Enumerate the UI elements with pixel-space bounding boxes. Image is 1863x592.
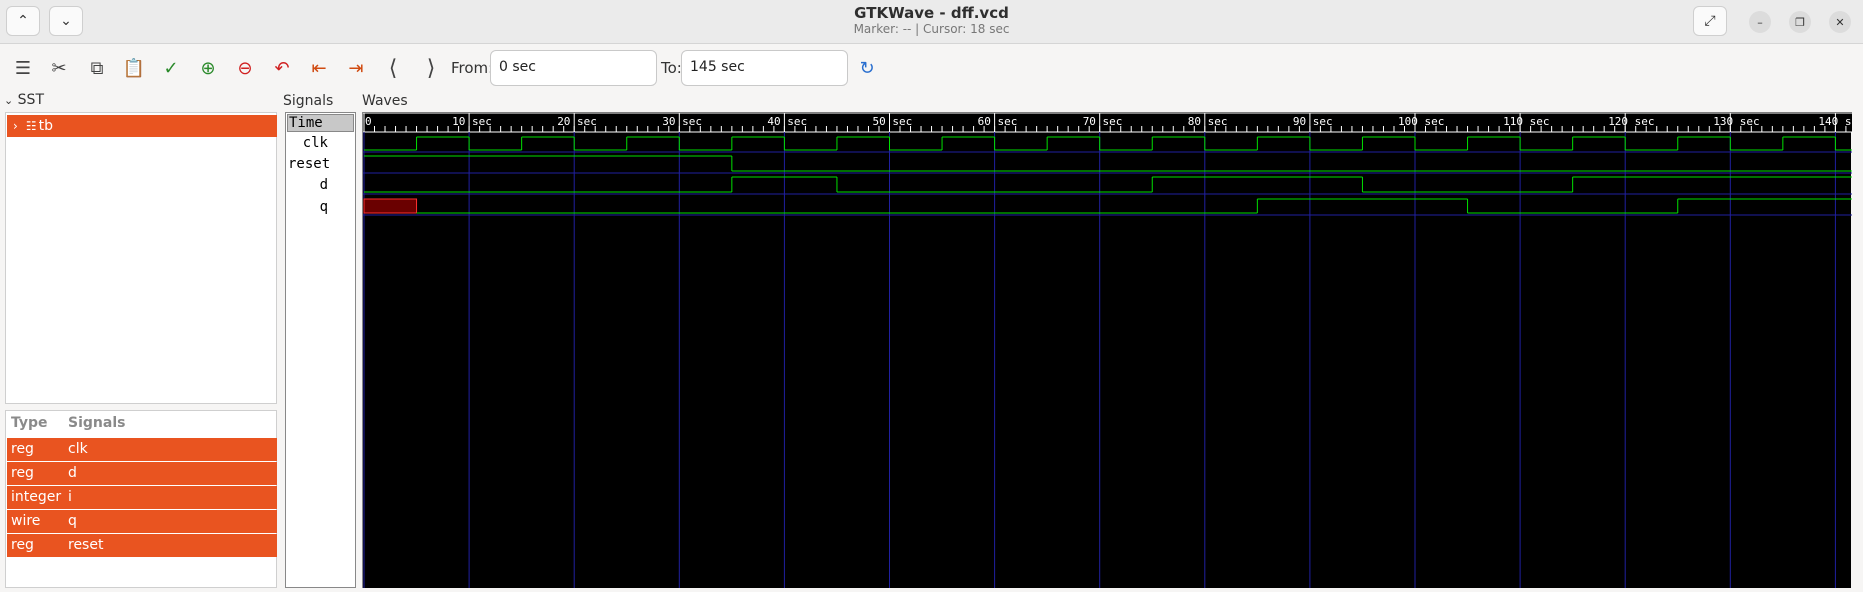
tree-item-tb[interactable]: › ☷ tb [7, 115, 277, 137]
waveform-canvas[interactable]: 0 10 sec 20 sec 30 sec 40 sec 50 sec 60 sec 70 … [363, 112, 1863, 588]
tick-label: 30 sec [662, 115, 702, 128]
prev-edge-icon: ⟨ [388, 55, 398, 81]
reload-icon: ↻ [859, 57, 875, 79]
signal-name: clk [68, 441, 88, 457]
fullscreen-button[interactable]: ⤢ [1693, 6, 1727, 36]
signals-list: Type Signals reg clk reg d integer i wir… [5, 410, 277, 588]
tick-label: 80 sec [1188, 115, 1228, 128]
list-item[interactable]: reg reset [7, 534, 277, 557]
window-subtitle: Marker: -- | Cursor: 18 sec [853, 22, 1010, 36]
cut-button[interactable]: ✂ [45, 54, 73, 82]
zoom-fit-icon: ✓ [163, 57, 179, 79]
reload-button[interactable]: ↻ [853, 54, 881, 82]
zoom-start-icon: ⇤ [311, 57, 327, 79]
signal-name: i [68, 489, 72, 505]
signal-row-d[interactable]: d [286, 177, 355, 197]
tick-label: 70 sec [1083, 115, 1123, 128]
maximize-icon: ❐ [1795, 15, 1805, 29]
signal-type: reg [11, 537, 34, 553]
tree-item-label: tb [38, 118, 53, 134]
zoom-in-button[interactable]: ⊕ [194, 54, 222, 82]
tick-label: 60 sec [978, 115, 1018, 128]
tick-label: 110 sec [1503, 115, 1549, 128]
menu-icon: ☰ [14, 57, 32, 79]
signal-type: reg [11, 465, 34, 481]
signal-name: d [68, 465, 77, 481]
signal-name: reset [68, 537, 104, 553]
paste-icon: 📋 [122, 57, 146, 79]
zoom-out-button[interactable]: ⊖ [231, 54, 259, 82]
signals-panel: Time clk reset d q [285, 112, 356, 588]
menu-button[interactable]: ☰ [9, 54, 37, 82]
list-item[interactable]: wire q [7, 510, 277, 533]
zoom-start-button[interactable]: ⇤ [305, 54, 333, 82]
zoom-fit-button[interactable]: ✓ [157, 54, 185, 82]
zoom-out-icon: ⊖ [237, 57, 253, 79]
signal-name: q [68, 513, 77, 529]
window-title: GTKWave - dff.vcd [854, 4, 1009, 22]
prev-edge-button[interactable]: ⟨ [379, 54, 407, 82]
undo-button[interactable]: ↶ [268, 54, 296, 82]
minimize-icon: – [1757, 15, 1763, 29]
paste-button[interactable]: 📋 [120, 54, 148, 82]
next-edge-icon: ⟩ [426, 55, 436, 81]
signals-panel-label: Signals [283, 93, 334, 109]
list-item[interactable]: integer i [7, 486, 277, 509]
tick-label: 0 [365, 115, 372, 128]
zoom-in-icon: ⊕ [200, 57, 216, 79]
toolbar: ☰ ✂ ⧉ 📋 ✓ ⊕ ⊖ ↶ ⇤ ⇥ ⟨ ⟩ From: 0 sec To: … [0, 45, 1863, 91]
signal-type: reg [11, 441, 34, 457]
module-icon: ☷ [25, 119, 37, 133]
to-input[interactable]: 145 sec [681, 50, 848, 86]
zoom-end-button[interactable]: ⇥ [342, 54, 370, 82]
undefined-segment [363, 198, 418, 214]
waves-panel[interactable]: 0 10 sec 20 sec 30 sec 40 sec 50 sec 60 sec 70 … [362, 112, 1863, 588]
cut-icon: ✂ [51, 57, 67, 79]
copy-button[interactable]: ⧉ [83, 54, 111, 82]
copy-icon: ⧉ [90, 57, 104, 79]
to-label: To: [661, 59, 682, 77]
sst-header[interactable]: ⌄ SST [4, 92, 44, 108]
sst-tree[interactable]: › ☷ tb [5, 112, 277, 404]
close-icon: ✕ [1835, 15, 1845, 29]
tick-label: 40 sec [767, 115, 807, 128]
close-button[interactable]: ✕ [1829, 11, 1851, 33]
type-column-header[interactable]: Type [11, 415, 48, 437]
sst-label: SST [17, 92, 44, 108]
list-item[interactable]: reg clk [7, 438, 277, 461]
tick-label: 10 sec [452, 115, 492, 128]
signals-column-header[interactable]: Signals [68, 415, 125, 437]
from-input[interactable]: 0 sec [490, 50, 657, 86]
tick-label: 100 sec [1398, 115, 1444, 128]
tick-label: 130 sec [1713, 115, 1759, 128]
tick-label: 90 sec [1293, 115, 1333, 128]
tick-label: 140 sec [1818, 115, 1852, 128]
list-item[interactable]: reg d [7, 462, 277, 485]
tick-label: 50 sec [873, 115, 913, 128]
undo-icon: ↶ [274, 57, 290, 79]
zoom-end-icon: ⇥ [348, 57, 364, 79]
tick-label: 120 sec [1608, 115, 1654, 128]
chevron-right-icon: › [13, 119, 18, 133]
signal-row-reset[interactable]: reset [286, 156, 355, 176]
minimize-button[interactable]: – [1749, 11, 1771, 33]
signal-type: wire [11, 513, 41, 529]
waves-panel-label: Waves [362, 93, 408, 109]
signal-row-q[interactable]: q [286, 199, 355, 219]
from-label: From: [451, 59, 494, 77]
time-row: Time [287, 114, 354, 132]
tick-label: 20 sec [557, 115, 597, 128]
signal-type: integer [11, 489, 62, 505]
fullscreen-icon: ⤢ [1704, 13, 1716, 29]
chevron-down-icon: ⌄ [4, 94, 14, 107]
next-edge-button[interactable]: ⟩ [417, 54, 445, 82]
signal-row-clk[interactable]: clk [286, 135, 355, 155]
maximize-button[interactable]: ❐ [1789, 11, 1811, 33]
title-bar: ⌃ ⌄ GTKWave - dff.vcd Marker: -- | Curso… [0, 0, 1863, 44]
